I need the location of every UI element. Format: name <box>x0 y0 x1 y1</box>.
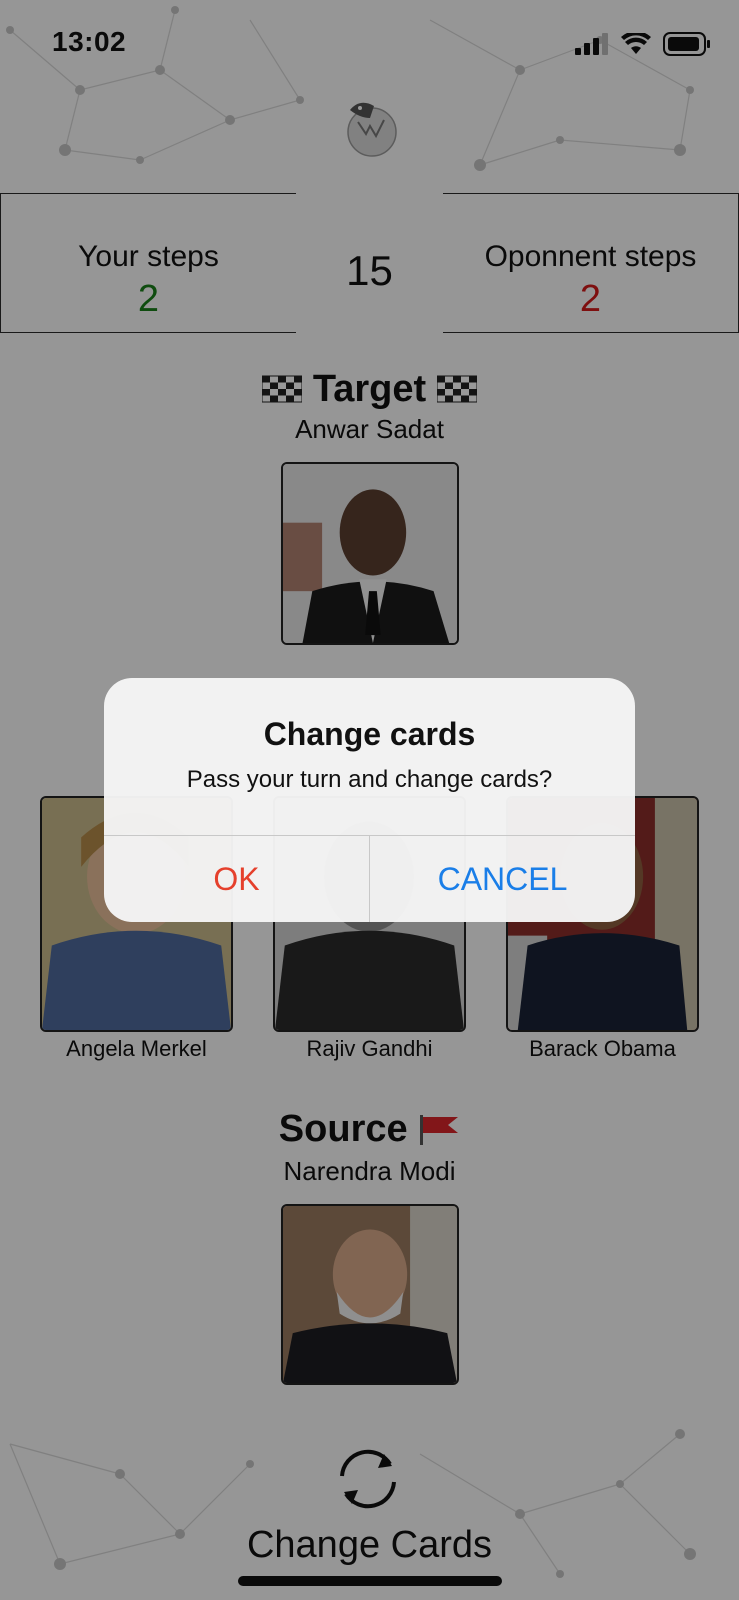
change-cards-dialog: Change cards Pass your turn and change c… <box>104 678 635 922</box>
cancel-button[interactable]: CANCEL <box>370 836 635 922</box>
ok-button[interactable]: OK <box>104 836 369 922</box>
dialog-title: Change cards <box>263 716 476 752</box>
dialog-message: Pass your turn and change cards? <box>186 766 553 793</box>
